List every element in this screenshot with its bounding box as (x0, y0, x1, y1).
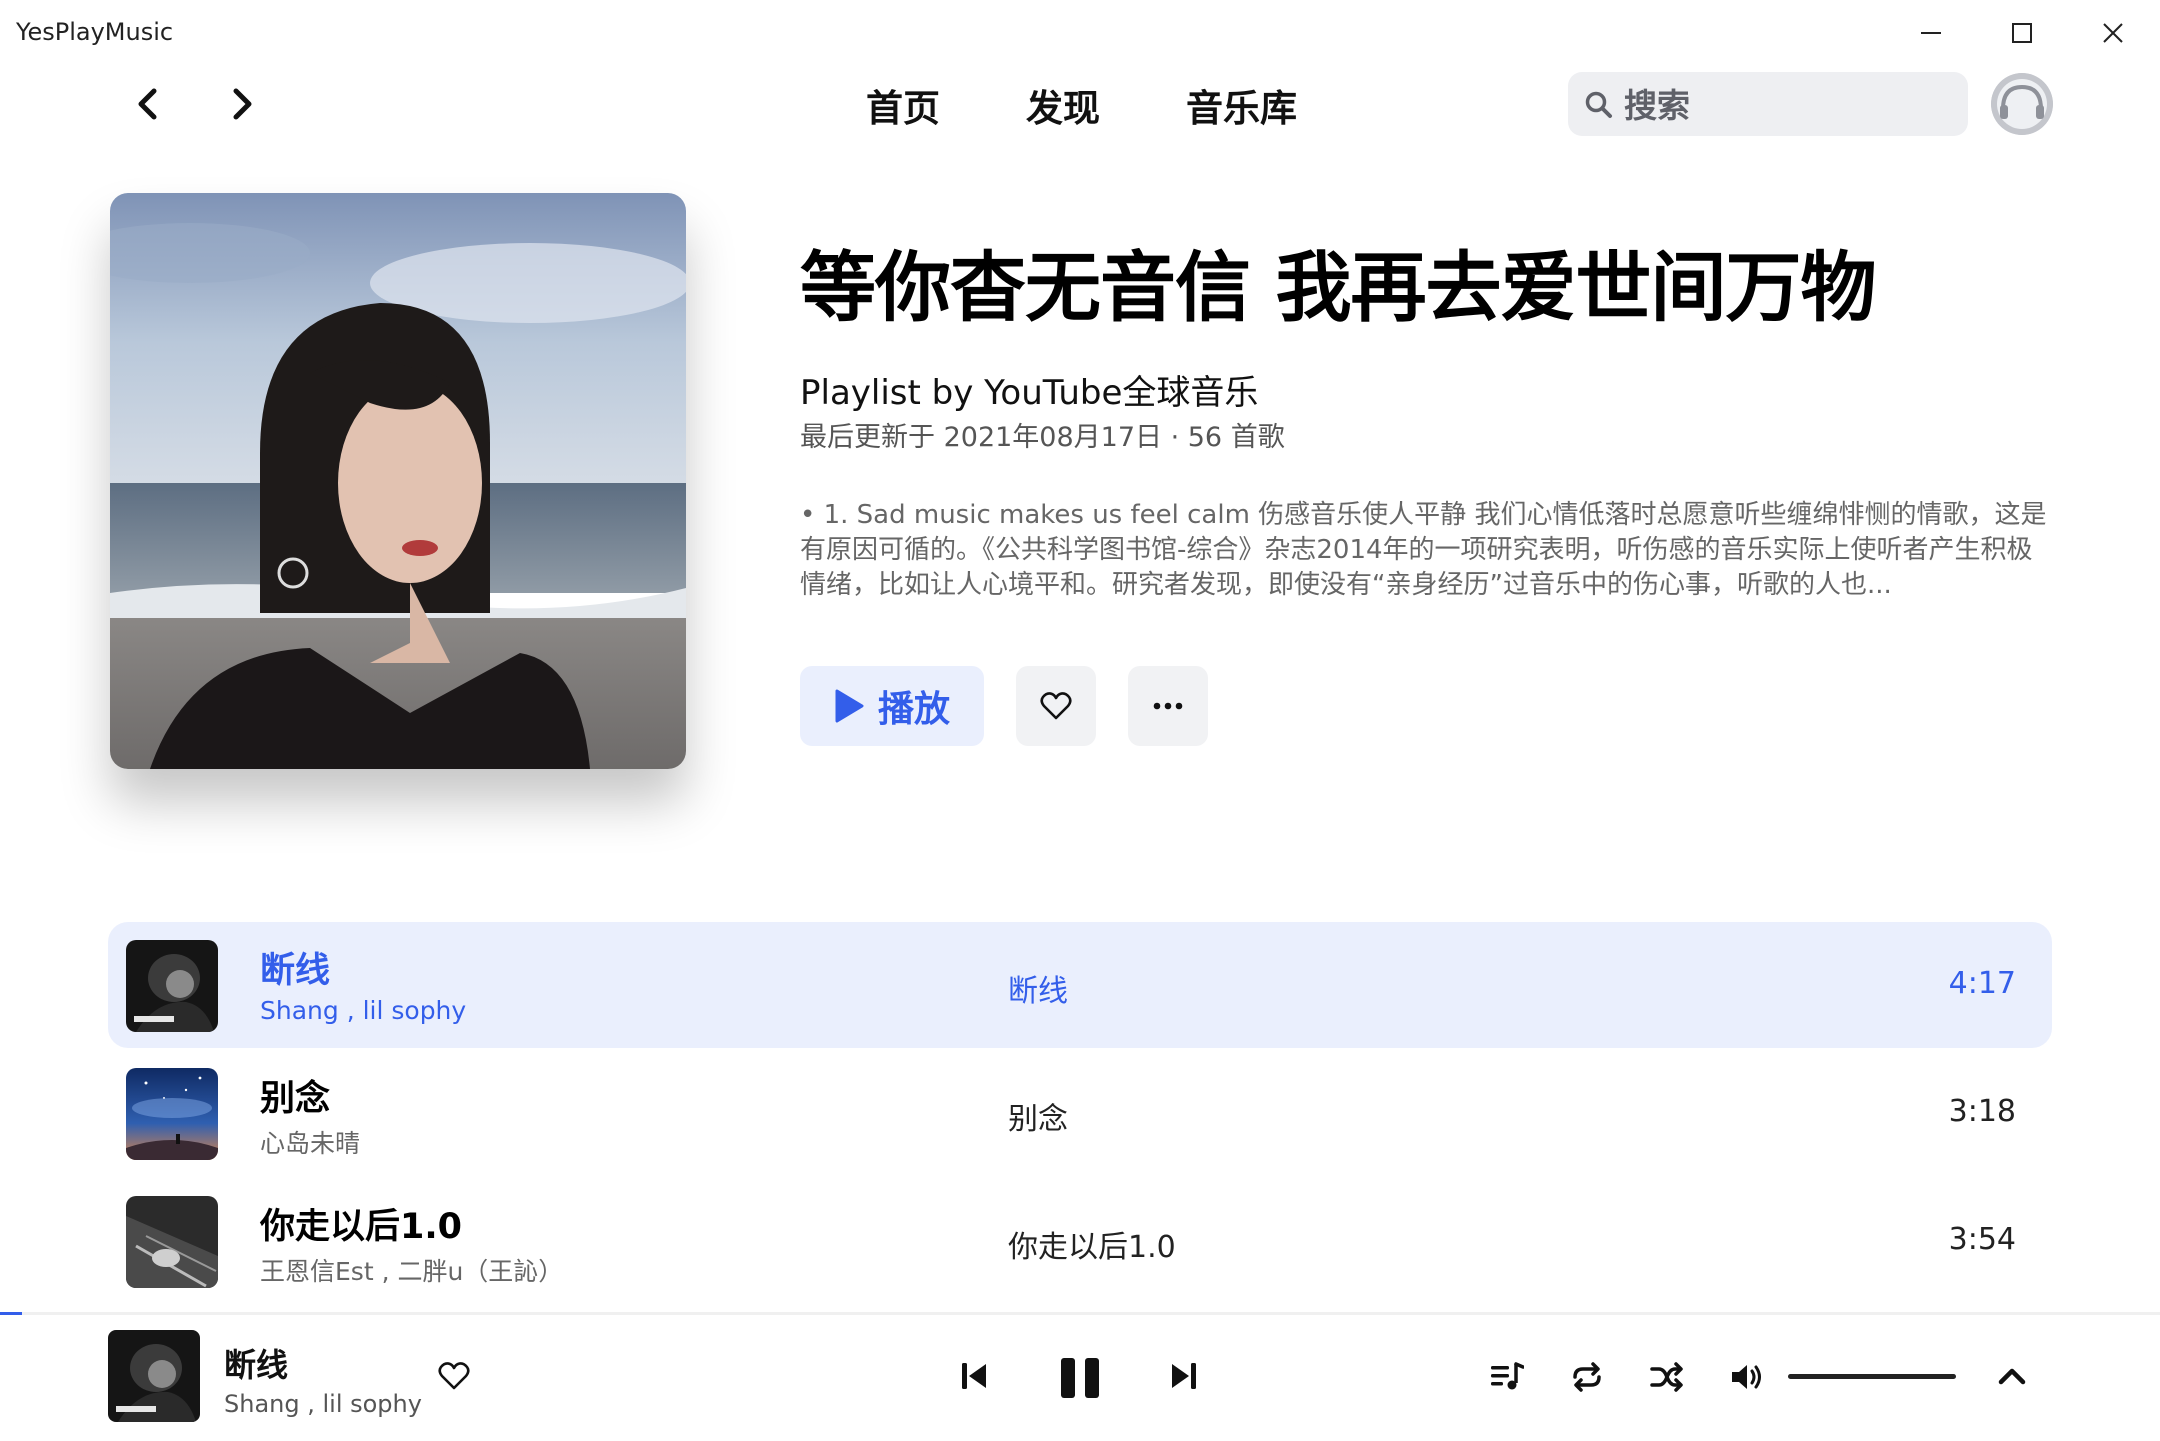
track-artist[interactable]: 王恩信Est , 二胖u（王訫） (260, 1252, 563, 1288)
app-title: YesPlayMusic (16, 18, 174, 46)
close-button[interactable] (2068, 8, 2158, 58)
playlist-owner[interactable]: Playlist by YouTube全球音乐 (800, 365, 1258, 414)
heart-icon (438, 1362, 470, 1390)
shuffle-icon (1650, 1362, 1683, 1392)
heart-icon (1040, 692, 1072, 720)
queue-icon (1491, 1362, 1524, 1390)
avatar[interactable] (1991, 73, 2053, 135)
cover-image (110, 193, 686, 769)
minimize-icon (1921, 32, 1941, 34)
volume-icon (1732, 1365, 1761, 1389)
search-icon (1585, 91, 1612, 118)
repeat-icon (1573, 1362, 1601, 1392)
playlist-description[interactable]: • 1. Sad music makes us feel calm 伤感音乐使人… (800, 498, 2052, 603)
track-row[interactable]: 别念 心岛未晴 别念 3:18 (108, 1050, 2052, 1176)
track-artist[interactable]: 心岛未晴 (260, 1124, 360, 1160)
maximize-icon (2012, 23, 2032, 43)
nav-library[interactable]: 音乐库 (1186, 78, 1297, 132)
track-cover-image (126, 1196, 218, 1288)
next-button[interactable] (1164, 1356, 1204, 1396)
play-button[interactable]: 播放 (800, 666, 984, 746)
playlist-cover[interactable] (110, 193, 686, 769)
search-box[interactable] (1568, 72, 1968, 138)
now-playing-cover-image (108, 1330, 200, 1422)
track-duration: 3:18 (1948, 1094, 2016, 1129)
shuffle-button[interactable] (1646, 1356, 1688, 1398)
play-label: 播放 (877, 689, 950, 730)
forward-button[interactable] (212, 74, 272, 134)
repeat-button[interactable] (1566, 1356, 1608, 1398)
search-input[interactable] (1622, 72, 1956, 138)
playlist-title: 等你杳无音信 我再去爱世间万物 (800, 243, 1876, 332)
progress-bar-fill (0, 1312, 22, 1315)
minimize-button[interactable] (1886, 8, 1976, 58)
maximize-button[interactable] (1977, 8, 2067, 58)
volume-slider-fill (1788, 1374, 1956, 1379)
track-title[interactable]: 别念 (260, 1070, 330, 1121)
queue-button[interactable] (1486, 1356, 1528, 1398)
track-album[interactable]: 你走以后1.0 (1008, 1222, 1176, 1266)
skip-next-icon (1172, 1363, 1196, 1389)
track-row[interactable]: 断线 Shang , lil sophy 断线 4:17 (108, 922, 2052, 1048)
like-button[interactable] (1016, 666, 1096, 746)
title-bar (0, 0, 2160, 66)
more-icon (1153, 702, 1183, 710)
track-duration: 3:54 (1948, 1222, 2016, 1257)
track-cover (126, 940, 218, 1032)
track-cover (126, 1068, 218, 1160)
close-icon (2103, 23, 2123, 43)
now-playing-title[interactable]: 断线 (224, 1340, 288, 1386)
track-cover-image (126, 1068, 218, 1160)
chevron-left-icon (138, 88, 157, 120)
expand-lyrics-button[interactable] (1992, 1356, 2032, 1396)
track-album[interactable]: 别念 (1008, 1094, 1068, 1138)
play-icon (835, 689, 864, 723)
track-cover-image (126, 940, 218, 1032)
pause-button[interactable] (1052, 1350, 1108, 1406)
skip-previous-icon (962, 1363, 986, 1389)
previous-button[interactable] (954, 1356, 994, 1396)
track-album[interactable]: 断线 (1008, 966, 1068, 1010)
track-duration: 4:17 (1948, 966, 2016, 1001)
track-artist[interactable]: Shang , lil sophy (260, 996, 466, 1025)
track-title[interactable]: 断线 (260, 942, 330, 993)
chevron-right-icon (233, 88, 252, 120)
chevron-up-icon (1998, 1368, 2026, 1385)
volume-button[interactable] (1726, 1356, 1768, 1398)
track-cover (126, 1196, 218, 1288)
track-title[interactable]: 你走以后1.0 (260, 1198, 462, 1249)
user-avatar-icon (1991, 73, 2053, 135)
more-button[interactable] (1128, 666, 1208, 746)
back-button[interactable] (118, 74, 178, 134)
nav-home[interactable]: 首页 (866, 78, 940, 132)
now-playing-cover[interactable] (108, 1330, 200, 1422)
now-playing-like-button[interactable] (432, 1354, 476, 1398)
now-playing-artist[interactable]: Shang , lil sophy (224, 1390, 422, 1418)
pause-icon (1061, 1358, 1099, 1398)
playlist-meta: 最后更新于 2021年08月17日 · 56 首歌 (800, 422, 1285, 453)
progress-bar[interactable] (0, 1312, 2160, 1315)
track-row[interactable]: 你走以后1.0 王恩信Est , 二胖u（王訫） 你走以后1.0 3:54 (108, 1178, 2052, 1304)
nav-explore[interactable]: 发现 (1026, 78, 1100, 132)
